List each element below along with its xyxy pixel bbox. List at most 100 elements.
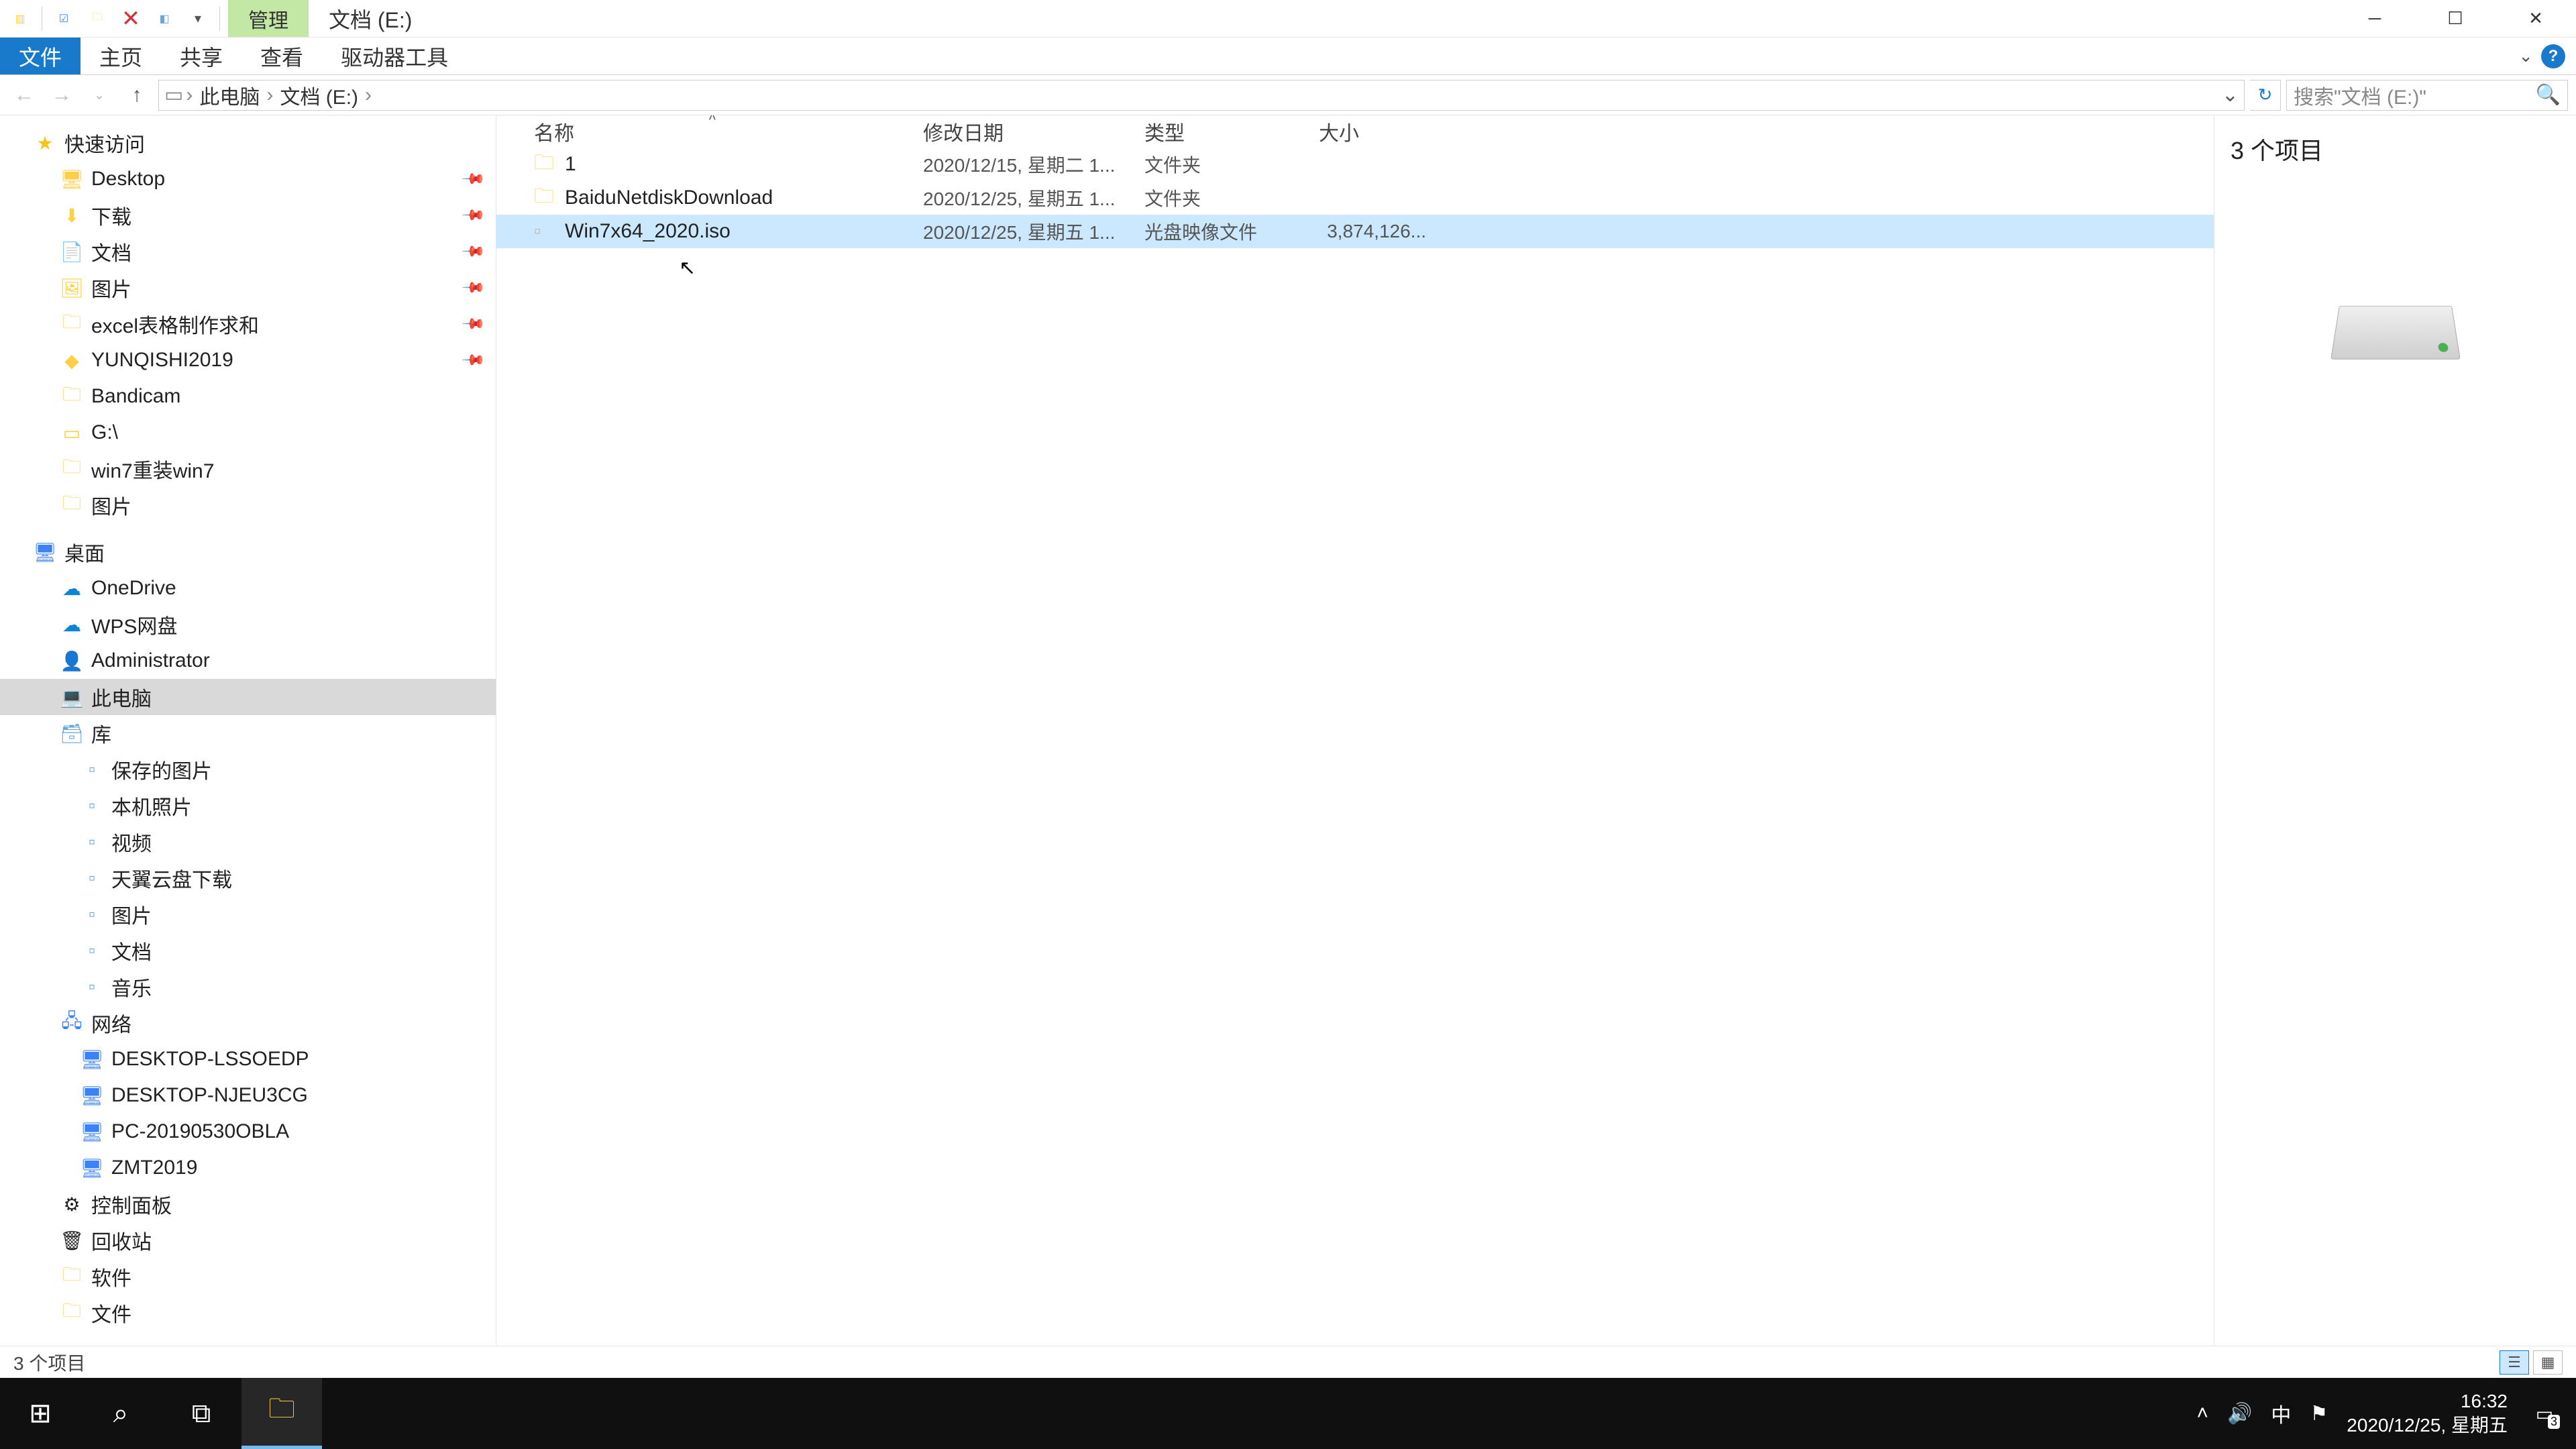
file-name: BaiduNetdiskDownload — [565, 186, 773, 209]
tree-thispc[interactable]: 💻此电脑 — [0, 679, 496, 715]
close-button[interactable]: ✕ — [2496, 0, 2576, 38]
taskbar-explorer-button[interactable]: 🗀 — [241, 1378, 322, 1449]
tree-lib-item[interactable]: ▫音乐 — [0, 969, 496, 1005]
ribbon-tab-drive-tools[interactable]: 驱动器工具 — [322, 38, 467, 74]
tree-files[interactable]: 🗀文件 — [0, 1295, 496, 1331]
taskbar-clock[interactable]: 16:32 2020/12/25, 星期五 — [2347, 1389, 2508, 1438]
tree-qa-item[interactable]: ◆YUNQISHI2019📌 — [0, 342, 496, 378]
ribbon-tab-share[interactable]: 共享 — [161, 38, 241, 74]
recent-dropdown[interactable]: ⌄ — [83, 79, 115, 111]
ribbon-tab-file[interactable]: 文件 — [0, 38, 80, 74]
tree-qa-item[interactable]: 🖥Desktop📌 — [0, 161, 496, 197]
tree-network-item[interactable]: 🖥ZMT2019 — [0, 1150, 496, 1186]
tree-label: 文档 — [91, 237, 131, 266]
pin-icon: 📌 — [460, 275, 486, 301]
tree-label: DESKTOP-LSSOEDP — [111, 1048, 309, 1071]
qat-new-folder-icon[interactable]: 🗀 — [83, 4, 112, 34]
up-button[interactable]: ↑ — [121, 79, 153, 111]
ribbon-tab-view[interactable]: 查看 — [241, 38, 322, 74]
minimize-button[interactable]: ─ — [2334, 0, 2415, 38]
ribbon-expand-icon[interactable]: ⌄ — [2518, 46, 2533, 66]
quick-access-toolbar: ▥ ☑ 🗀 ✕ ◧ ▾ — [0, 0, 228, 37]
drive-thumbnail — [2231, 301, 2560, 361]
tree-lib-item[interactable]: ▫本机照片 — [0, 788, 496, 824]
tree-recycle-bin[interactable]: 🗑回收站 — [0, 1222, 496, 1258]
forward-button[interactable]: → — [46, 79, 78, 111]
tree-label: 控制面板 — [91, 1189, 172, 1219]
tree-lib-item[interactable]: ▫天翼云盘下载 — [0, 860, 496, 896]
tree-lib-item[interactable]: ▫图片 — [0, 896, 496, 932]
tree-label: 软件 — [91, 1262, 131, 1291]
qat-customize-dropdown[interactable]: ▾ — [183, 4, 213, 34]
checkbox-icon: ☑ — [59, 12, 68, 25]
tree-label: DESKTOP-NJEU3CG — [111, 1084, 308, 1107]
breadcrumb-drive[interactable]: 文档 (E:) — [276, 80, 362, 110]
tree-qa-item[interactable]: 🖼图片📌 — [0, 270, 496, 306]
file-type: 文件夹 — [1144, 184, 1319, 211]
file-row[interactable]: ▫Win7x64_2020.iso2020/12/25, 星期五 1...光盘映… — [496, 215, 2214, 248]
tree-network-item[interactable]: 🖥PC-20190530OBLA — [0, 1114, 496, 1150]
tree-qa-item[interactable]: ▭G:\ — [0, 415, 496, 451]
column-name-header[interactable]: 名称˄ — [534, 117, 923, 146]
column-size-header[interactable]: 大小 — [1319, 117, 1426, 146]
tree-software[interactable]: 🗀软件 — [0, 1258, 496, 1295]
tree-qa-item[interactable]: ⬇下载📌 — [0, 197, 496, 233]
ribbon-tabs: 文件 主页 共享 查看 驱动器工具 ⌄ ? — [0, 38, 2576, 75]
contextual-tab-label: 管理 — [228, 0, 309, 37]
tree-network-item[interactable]: 🖥DESKTOP-NJEU3CG — [0, 1077, 496, 1114]
refresh-button[interactable]: ↻ — [2250, 80, 2281, 111]
volume-icon[interactable]: 🔊 — [2227, 1402, 2252, 1426]
action-center-button[interactable]: ▭ 3 — [2526, 1395, 2563, 1432]
tree-qa-item[interactable]: 📄文档📌 — [0, 233, 496, 270]
tree-lib-item[interactable]: ▫视频 — [0, 824, 496, 860]
taskbar-search-button[interactable]: ⌕ — [80, 1378, 161, 1449]
file-row[interactable]: 🗀12020/12/15, 星期二 1...文件夹 — [496, 148, 2214, 181]
tree-quick-access[interactable]: ★快速访问 — [0, 125, 496, 161]
tree-control-panel[interactable]: ⚙控制面板 — [0, 1186, 496, 1222]
ime-indicator[interactable]: 中 — [2271, 1399, 2291, 1428]
tree-onedrive[interactable]: ☁OneDrive — [0, 570, 496, 606]
security-icon[interactable]: ⚑ — [2310, 1402, 2328, 1426]
qat-properties-icon[interactable]: ☑ — [49, 4, 78, 34]
pin-icon: 📌 — [460, 166, 486, 192]
tree-desktop[interactable]: 🖥桌面 — [0, 534, 496, 570]
search-input[interactable]: 搜索"文档 (E:)" 🔍 — [2286, 80, 2568, 111]
view-icons-button[interactable]: ▦ — [2533, 1350, 2563, 1375]
start-button[interactable]: ⊞ — [0, 1378, 80, 1449]
qat-delete-icon[interactable]: ✕ — [116, 4, 146, 34]
system-tray: ˄ 🔊 中 ⚑ 16:32 2020/12/25, 星期五 ▭ 3 — [2197, 1389, 2576, 1438]
tree-label: 文档 — [111, 936, 152, 965]
tree-lib-item[interactable]: ▫保存的图片 — [0, 751, 496, 788]
file-row[interactable]: 🗀BaiduNetdiskDownload2020/12/25, 星期五 1..… — [496, 181, 2214, 215]
tree-lib-item[interactable]: ▫文档 — [0, 932, 496, 969]
address-dropdown-icon[interactable]: ⌄ — [2222, 83, 2239, 107]
breadcrumb-thispc[interactable]: 此电脑 — [195, 80, 264, 110]
back-button[interactable]: ← — [8, 79, 40, 111]
qat-app-icon[interactable]: ▥ — [5, 4, 35, 34]
column-type-header[interactable]: 类型 — [1144, 117, 1319, 146]
file-type: 文件夹 — [1144, 151, 1319, 178]
tree-wps[interactable]: ☁WPS网盘 — [0, 606, 496, 643]
navigation-tree[interactable]: ★快速访问 🖥Desktop📌⬇下载📌📄文档📌🖼图片📌🗀excel表格制作求和📌… — [0, 115, 496, 1346]
chevron-right-icon: › — [186, 84, 193, 107]
help-icon[interactable]: ? — [2541, 44, 2565, 68]
content-area: ★快速访问 🖥Desktop📌⬇下载📌📄文档📌🖼图片📌🗀excel表格制作求和📌… — [0, 115, 2576, 1346]
tree-qa-item[interactable]: 🗀win7重装win7 — [0, 451, 496, 487]
address-bar[interactable]: ▭ › 此电脑 › 文档 (E:) › ⌄ — [158, 80, 2245, 111]
tree-qa-item[interactable]: 🗀excel表格制作求和📌 — [0, 306, 496, 342]
view-details-button[interactable]: ☰ — [2500, 1350, 2529, 1375]
tray-overflow-icon[interactable]: ˄ — [2197, 1402, 2209, 1425]
folder-icon: 🗀 — [60, 385, 83, 408]
tree-network[interactable]: 🖧网络 — [0, 1005, 496, 1041]
tree-libraries[interactable]: 🗃库 — [0, 715, 496, 751]
library-icon: ▫ — [80, 867, 103, 890]
tree-qa-item[interactable]: 🗀图片 — [0, 487, 496, 523]
ribbon-tab-home[interactable]: 主页 — [80, 38, 161, 74]
qat-rename-icon[interactable]: ◧ — [150, 4, 179, 34]
column-date-header[interactable]: 修改日期 — [923, 117, 1144, 146]
task-view-button[interactable]: ⧉ — [161, 1378, 241, 1449]
tree-administrator[interactable]: 👤Administrator — [0, 643, 496, 679]
tree-network-item[interactable]: 🖥DESKTOP-LSSOEDP — [0, 1041, 496, 1077]
tree-qa-item[interactable]: 🗀Bandicam — [0, 378, 496, 415]
maximize-button[interactable]: ☐ — [2415, 0, 2496, 38]
